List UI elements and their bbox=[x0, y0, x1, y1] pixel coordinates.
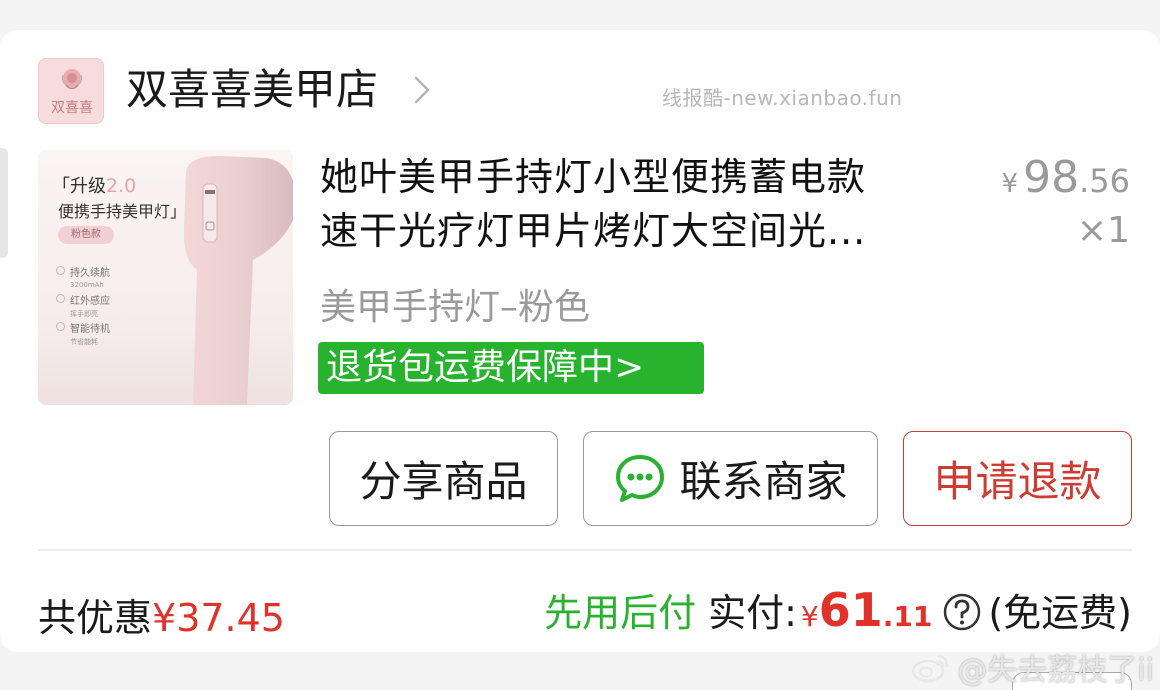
feature-dot bbox=[56, 322, 65, 331]
shop-logo: 双喜喜 bbox=[38, 58, 104, 124]
price-integer: 98 bbox=[1023, 152, 1080, 203]
unit-price: ¥ 98.56 bbox=[1001, 152, 1130, 203]
shop-header[interactable]: 双喜喜 双喜喜美甲店 线报酷-new.xianbao.fun bbox=[0, 56, 1160, 126]
paid-label: 实付: bbox=[708, 591, 797, 635]
image-pill: 粉色款 bbox=[58, 226, 114, 244]
feature-dot bbox=[56, 266, 65, 275]
quantity: ×1 bbox=[1076, 210, 1130, 251]
return-shipping-badge[interactable]: 退货包运费保障中> bbox=[318, 342, 704, 394]
watermark-handle: @失去荔枝了ii bbox=[957, 653, 1154, 688]
paid-currency: ¥ bbox=[800, 600, 819, 633]
feature-item: 红外感应 挥手即亮 bbox=[70, 292, 110, 319]
request-refund-label: 申请退款 bbox=[933, 458, 1102, 505]
product-title-line1: 她叶美甲手持灯小型便携蓄电款 bbox=[320, 155, 867, 199]
divider bbox=[38, 549, 1132, 551]
contact-seller-button[interactable]: 联系商家 bbox=[583, 431, 878, 526]
shop-logo-text: 双喜喜 bbox=[51, 100, 93, 116]
shipping-note: (免运费) bbox=[988, 591, 1132, 635]
paid-decimal: .11 bbox=[882, 600, 933, 633]
side-edge-tab bbox=[0, 148, 8, 258]
price-currency: ¥ bbox=[1001, 169, 1019, 199]
payment-summary: 先用后付 实付: ¥61.11 (免运费) bbox=[544, 582, 1132, 637]
product-image[interactable]: 「升级2.0 便携手持美甲灯」 粉色款 持久续航 3200mAh 红外感应挥手即亮… bbox=[38, 150, 293, 405]
feature-name: 红外感应 bbox=[70, 296, 110, 307]
sku-variant: 美甲手持灯–粉色 bbox=[320, 287, 591, 328]
weibo-watermark: @失去荔枝了ii bbox=[911, 645, 1154, 689]
feature-name: 持久续航 bbox=[70, 268, 110, 279]
feature-name: 智能待机 bbox=[70, 324, 110, 335]
image-tag: 「升级2.0 bbox=[52, 172, 136, 198]
feature-item: 持久续航 3200mAh bbox=[70, 264, 110, 289]
product-title[interactable]: 她叶美甲手持灯小型便携蓄电款 速干光疗灯甲片烤灯大空间光... bbox=[320, 150, 960, 258]
feature-detail: 挥手即亮 bbox=[70, 310, 98, 318]
weibo-icon bbox=[912, 654, 949, 683]
request-refund-button[interactable]: 申请退款 bbox=[903, 431, 1132, 526]
feature-dot bbox=[56, 294, 65, 303]
chevron-right-icon[interactable] bbox=[408, 70, 438, 110]
nail-lamp-illustration bbox=[183, 155, 293, 405]
feature-item: 智能待机 节省能耗 bbox=[70, 320, 110, 347]
image-tag-version: 2.0 bbox=[106, 175, 137, 197]
shop-name[interactable]: 双喜喜美甲店 bbox=[126, 64, 378, 116]
help-question-icon[interactable] bbox=[942, 592, 982, 632]
paid-integer: 61 bbox=[818, 583, 883, 637]
total-discount: 共优惠¥37.45 bbox=[38, 587, 285, 642]
feature-detail: 节省能耗 bbox=[70, 338, 98, 346]
contact-seller-label: 联系商家 bbox=[679, 458, 848, 505]
chat-bubble-icon bbox=[616, 454, 665, 502]
feature-detail: 3200mAh bbox=[70, 281, 104, 289]
price-decimal: .56 bbox=[1079, 162, 1130, 200]
image-subtitle: 便携手持美甲灯」 bbox=[58, 202, 187, 221]
discount-label: 共优惠 bbox=[38, 596, 153, 640]
product-title-line2: 速干光疗灯甲片烤灯大空间光... bbox=[320, 209, 867, 253]
share-product-button[interactable]: 分享商品 bbox=[329, 431, 558, 526]
rose-icon bbox=[61, 69, 83, 90]
image-tag-prefix: 「升级 bbox=[52, 176, 106, 197]
share-product-label: 分享商品 bbox=[359, 458, 528, 505]
discount-amount: ¥37.45 bbox=[152, 596, 285, 640]
watermark-text: 线报酷-new.xianbao.fun bbox=[662, 86, 903, 110]
pay-later-label[interactable]: 先用后付 bbox=[544, 582, 696, 637]
